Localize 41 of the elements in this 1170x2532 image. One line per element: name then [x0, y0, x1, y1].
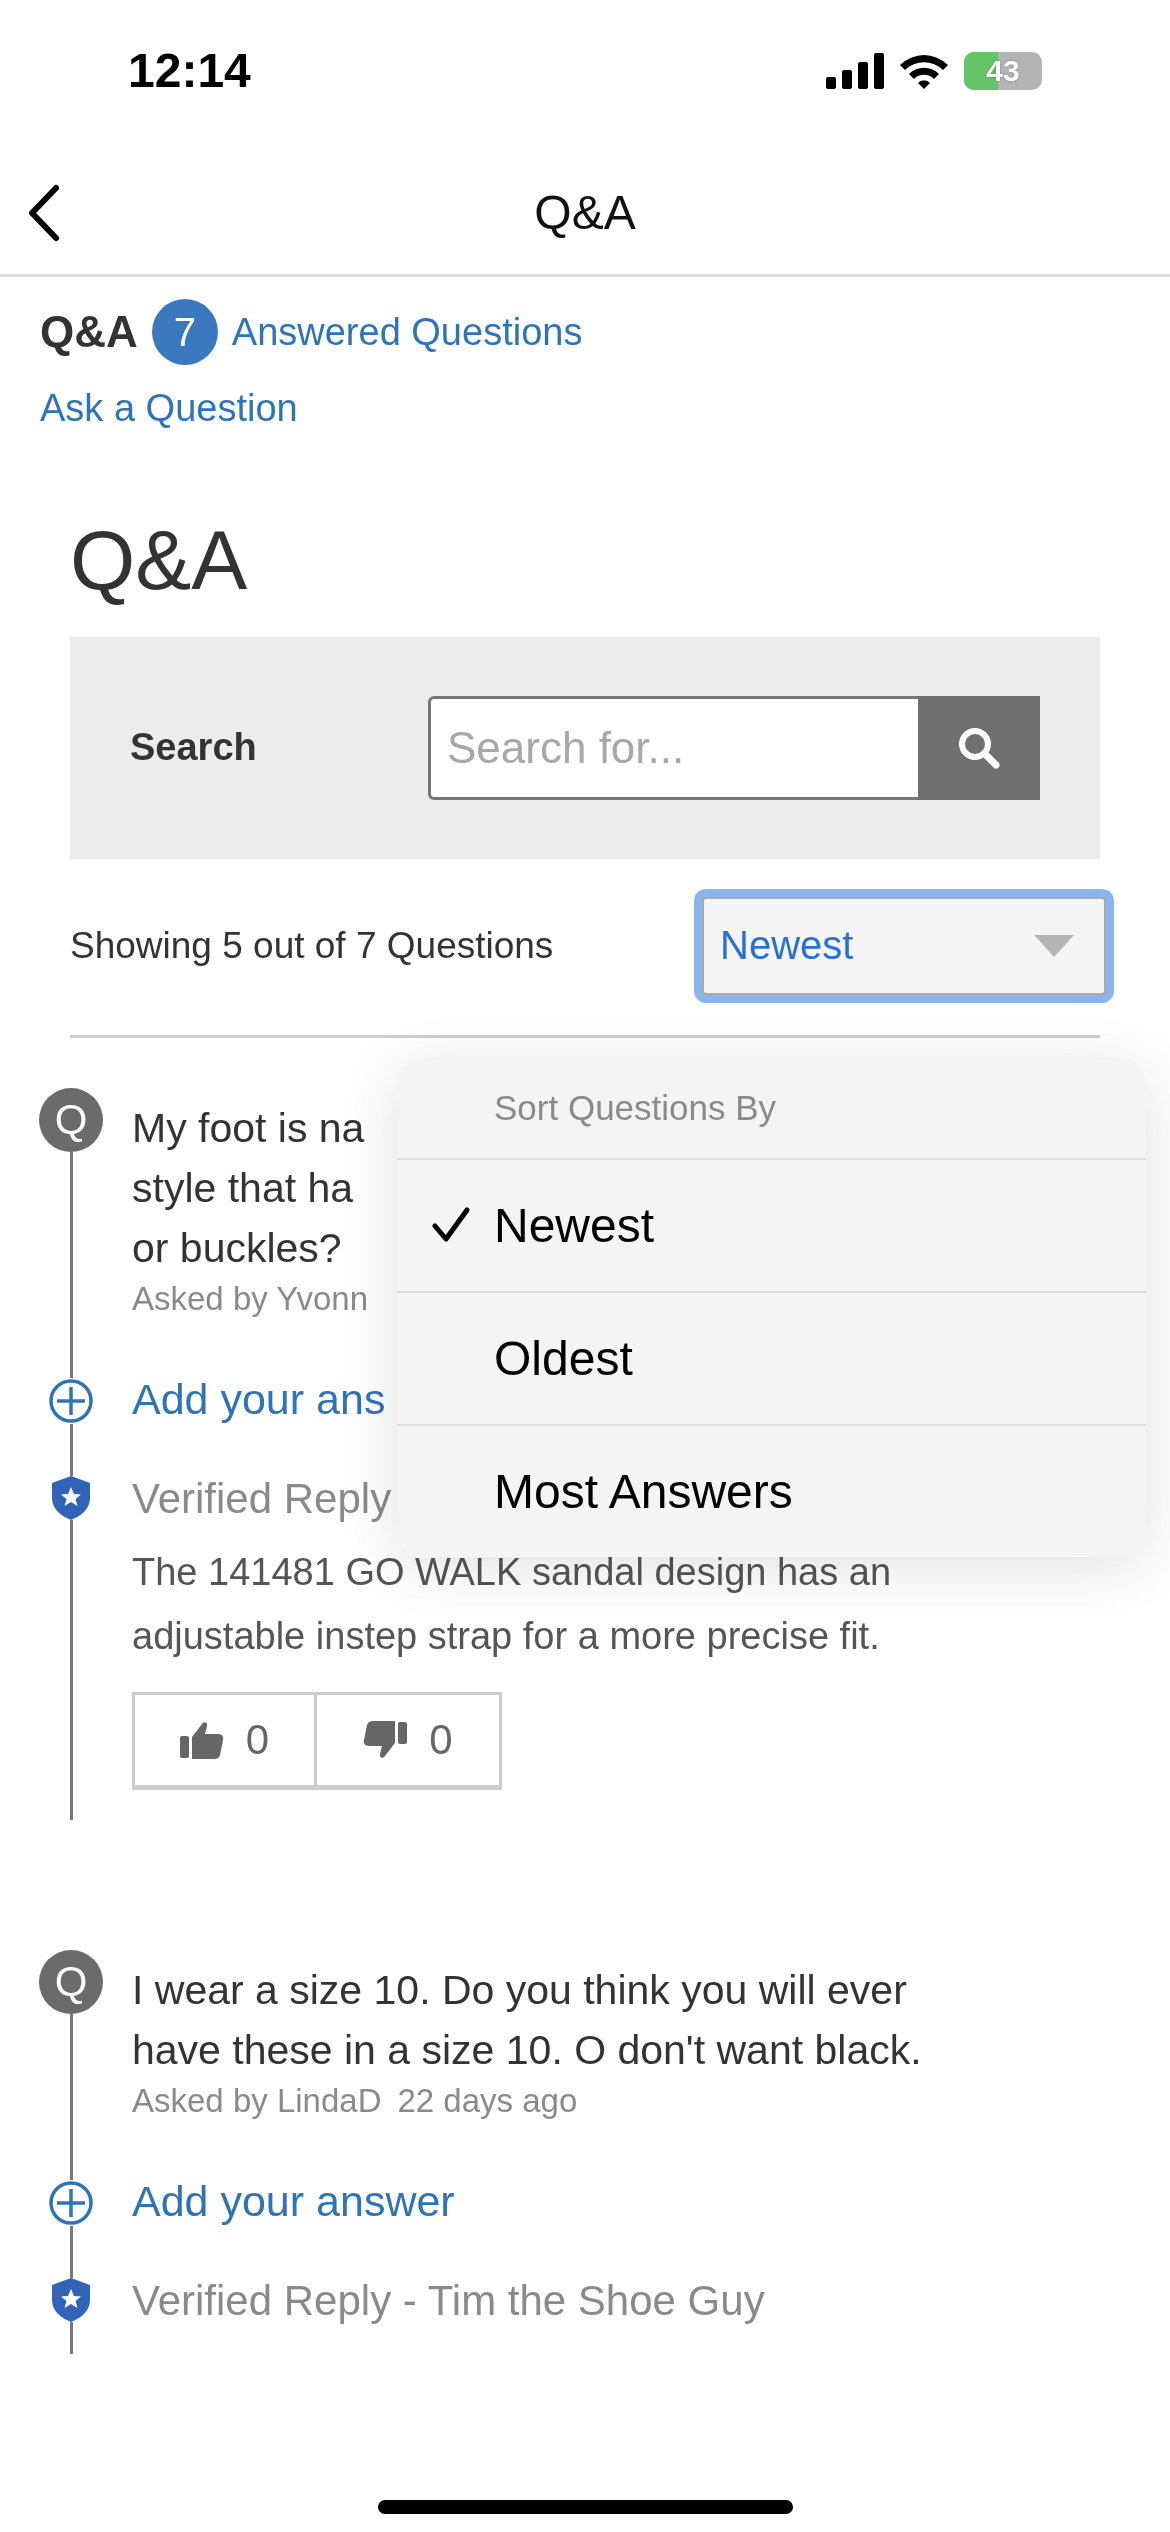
- reply-header: Verified Reply - Tim the Shoe Guy: [132, 2277, 766, 2324]
- nav-title: Q&A: [534, 184, 636, 240]
- answered-questions-link[interactable]: Answered Questions: [231, 310, 583, 354]
- section-heading: Q&A: [70, 512, 249, 609]
- plus-circle-icon[interactable]: [48, 1377, 94, 1424]
- question-meta: Asked by LindaD: [132, 2081, 382, 2120]
- thumbs-down-icon: [363, 1719, 408, 1760]
- ask-question-link[interactable]: Ask a Question: [40, 387, 298, 430]
- thumbs-up-icon: [179, 1719, 224, 1760]
- sort-option[interactable]: Newest: [397, 1159, 1146, 1293]
- question-text: have these in a size 10. O don't want black.: [132, 2025, 922, 2075]
- status-time: 12:14: [128, 42, 251, 98]
- question-text: or buckles?: [132, 1223, 342, 1273]
- reply-header: Verified Reply: [132, 1475, 392, 1522]
- plus-circle-icon[interactable]: [48, 2179, 94, 2226]
- search-field[interactable]: Search for...: [428, 695, 918, 800]
- back-icon[interactable]: [26, 184, 62, 242]
- question-text: style that ha: [132, 1163, 354, 1213]
- shield-star-icon: [52, 1475, 90, 1520]
- question-text: I wear a size 10. Do you think you will ever: [132, 1965, 907, 2015]
- question-meta: Asked by Yvonn: [132, 1279, 369, 1318]
- sort-option[interactable]: Oldest: [397, 1292, 1146, 1426]
- menu-title: Sort Questions By: [397, 1057, 1146, 1160]
- dropdown-triangle-icon: [1034, 934, 1074, 957]
- results-count: Showing 5 out of 7 Questions: [70, 924, 554, 967]
- signal-icon: [826, 53, 884, 89]
- downvote-button[interactable]: 0: [317, 1691, 502, 1790]
- sort-select[interactable]: Newest: [702, 896, 1106, 995]
- wifi-icon: [898, 52, 950, 90]
- question-text: My foot is na: [132, 1103, 365, 1153]
- question-avatar: Q: [39, 1087, 103, 1152]
- shield-star-icon: [52, 2277, 90, 2322]
- upvote-button[interactable]: 0: [132, 1691, 317, 1790]
- add-answer-link[interactable]: Add your answer: [132, 2177, 455, 2224]
- qa-label: Q&A: [40, 307, 138, 357]
- question-meta: 22 days ago: [397, 2081, 578, 2120]
- question-avatar: Q: [39, 1949, 103, 2014]
- search-button[interactable]: [918, 695, 1040, 800]
- add-answer-link[interactable]: Add your ans: [132, 1375, 386, 1422]
- search-label: Search: [130, 726, 257, 770]
- count-badge: 7: [151, 299, 218, 365]
